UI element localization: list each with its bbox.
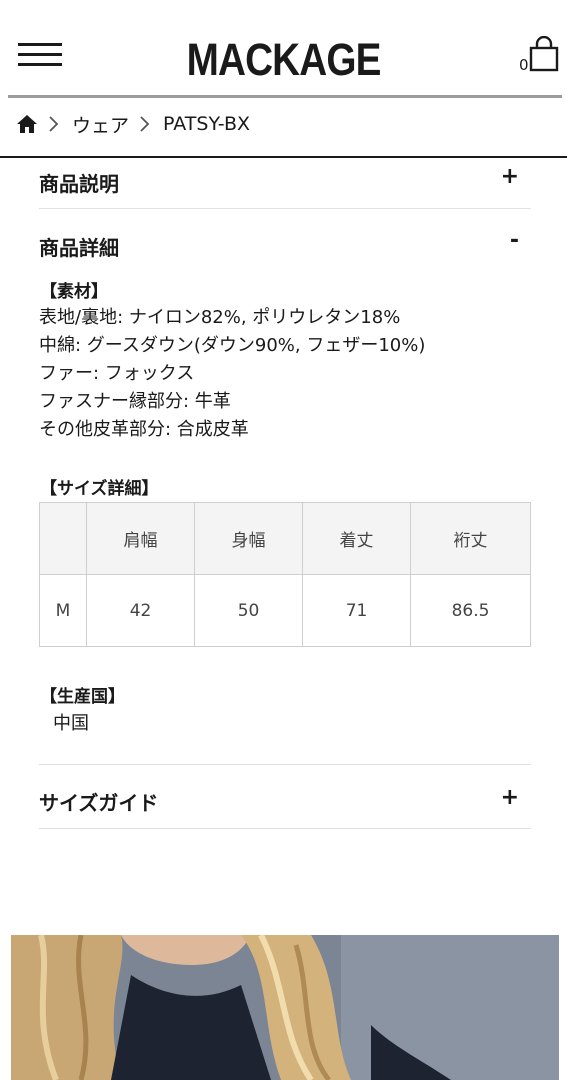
header-divider: [8, 95, 562, 98]
material-line: その他皮革部分: 合成皮革: [39, 419, 249, 440]
chevron-right-icon: [140, 116, 150, 132]
size-table-size-cell: M: [39, 574, 87, 647]
site-header: MACKAGE 0: [0, 0, 567, 96]
material-label: 【素材】: [40, 282, 108, 302]
origin-value: 中国: [53, 713, 89, 734]
material-line: 中綿: グースダウン(ダウン90%, フェザー10%): [39, 335, 426, 356]
size-table-header-row: 肩幅 身幅 着丈 裄丈: [39, 502, 531, 575]
size-table-header-shoulder: 肩幅: [85, 502, 196, 575]
accordion-size-guide[interactable]: サイズガイド +: [39, 779, 531, 819]
size-table-cell: 42: [85, 574, 196, 647]
size-table-cell: 71: [302, 574, 412, 647]
table-row: M 42 50 71 86.5: [39, 574, 531, 647]
size-table-header-cell: [39, 502, 87, 575]
divider: [39, 828, 531, 829]
accordion-size-guide-title: サイズガイド: [39, 791, 159, 815]
accordion-description-title: 商品説明: [39, 172, 119, 196]
material-line: ファー: フォックス: [39, 363, 195, 384]
breadcrumb-current-product: PATSY-BX: [163, 113, 251, 135]
size-table-cell: 50: [194, 574, 304, 647]
chevron-right-icon: [49, 116, 59, 132]
accordion-details-title: 商品詳細: [39, 236, 119, 260]
breadcrumb: ウェア PATSY-BX: [16, 108, 250, 140]
breadcrumb-link-wear[interactable]: ウェア: [72, 111, 129, 138]
accordion-details[interactable]: 商品詳細 -: [39, 224, 531, 264]
home-icon[interactable]: [16, 113, 38, 135]
shopping-bag-icon: [529, 36, 559, 72]
size-table-header-sleeve: 裄丈: [410, 502, 531, 575]
material-line: ファスナー縁部分: 牛革: [39, 391, 231, 412]
origin-label: 【生産国】: [40, 687, 125, 707]
size-table-header-chest: 身幅: [194, 502, 304, 575]
divider: [39, 208, 531, 209]
divider: [39, 764, 531, 765]
cart-button[interactable]: 0: [517, 36, 565, 76]
material-list: 表地/裏地: ナイロン82%, ポリウレタン18% 中綿: グースダウン(ダウン…: [39, 304, 425, 444]
accordion-description[interactable]: 商品説明 +: [39, 160, 531, 200]
size-details-label: 【サイズ詳細】: [40, 479, 159, 499]
cart-count: 0: [519, 56, 529, 74]
size-table-cell: 86.5: [410, 574, 531, 647]
product-photo: [11, 935, 559, 1080]
size-table-header-length: 着丈: [302, 502, 412, 575]
material-line: 表地/裏地: ナイロン82%, ポリウレタン18%: [39, 307, 401, 328]
collapse-icon: -: [509, 228, 519, 253]
brand-logo[interactable]: MACKAGE: [40, 32, 528, 88]
expand-icon: +: [500, 164, 519, 189]
expand-icon: +: [500, 785, 519, 810]
breadcrumb-divider: [0, 156, 567, 158]
size-table: 肩幅 身幅 着丈 裄丈 M 42 50 71 86.5: [39, 502, 531, 647]
